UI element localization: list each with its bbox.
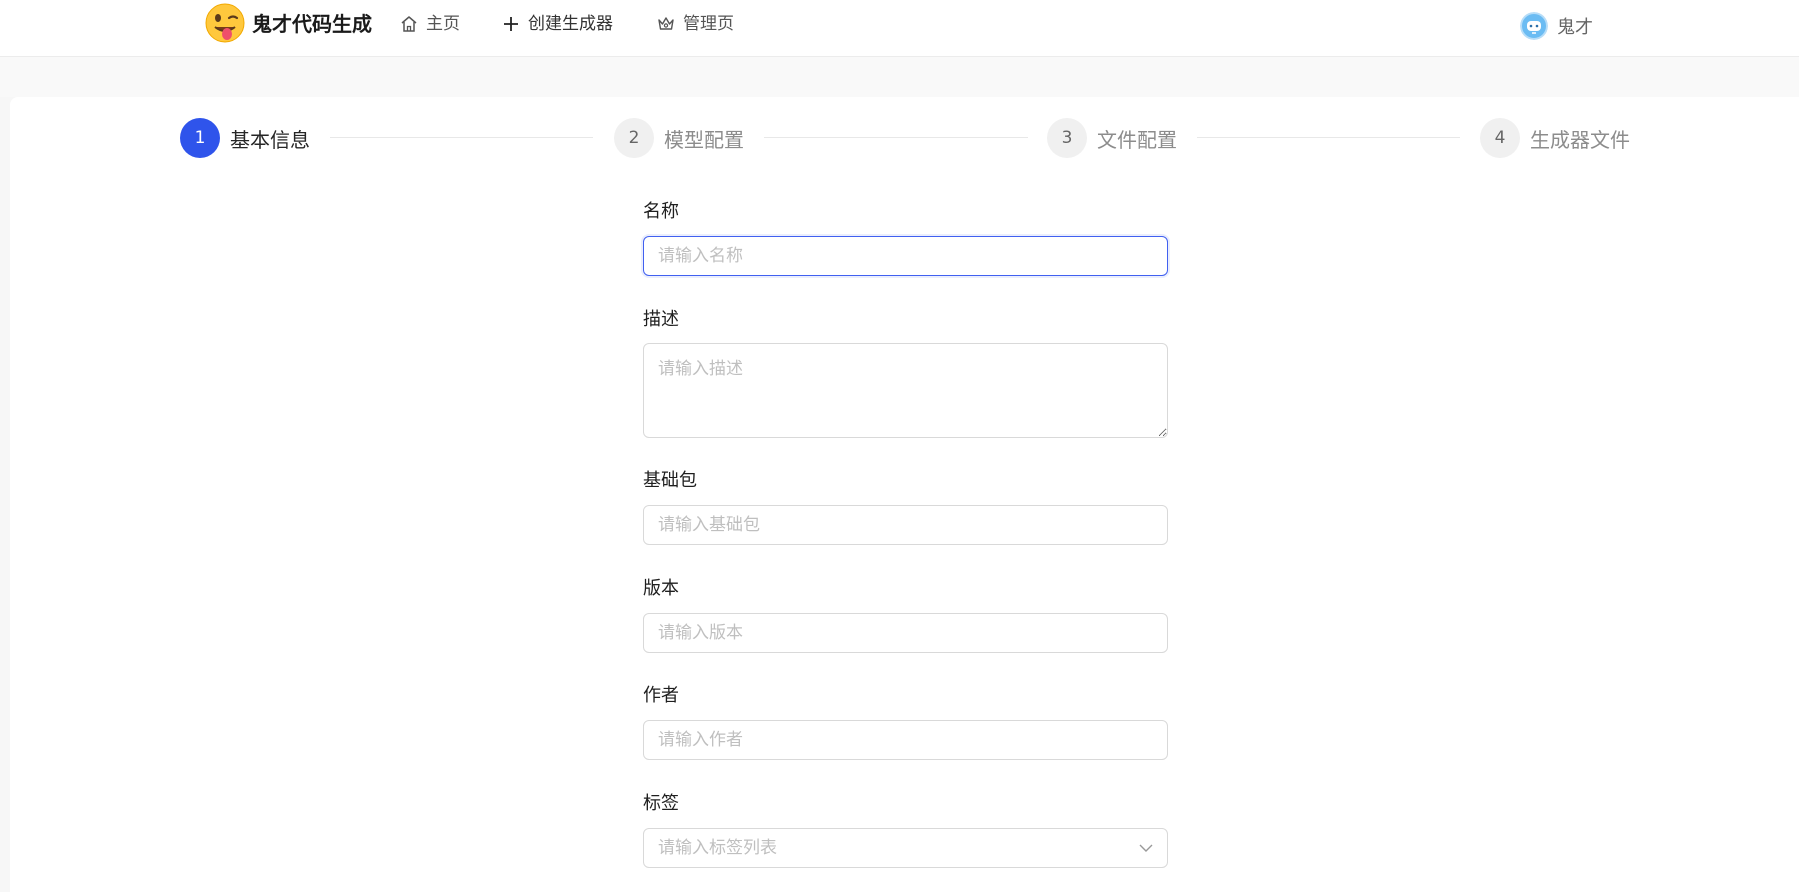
steps-bar: 1 基本信息 2 模型配置 3 文件配置 4 生成器文件 xyxy=(0,97,1799,177)
tags-label: 标签 xyxy=(643,793,679,814)
step-3-number: 3 xyxy=(1047,118,1087,158)
step-3-title: 文件配置 xyxy=(1097,127,1177,152)
avatar xyxy=(1520,12,1548,40)
step-connector xyxy=(764,137,1028,138)
page-gap xyxy=(0,57,1799,97)
home-icon xyxy=(401,16,417,32)
version-input[interactable] xyxy=(643,613,1168,653)
step-connector xyxy=(1197,137,1460,138)
description-textarea[interactable] xyxy=(643,343,1168,438)
field-author: 作者 xyxy=(643,684,1168,760)
tags-input[interactable] xyxy=(643,828,1168,868)
top-navbar: 鬼才代码生成 主页 创建生成器 管理页 鬼才 xyxy=(0,0,1799,57)
step-generator-file[interactable]: 4 生成器文件 xyxy=(1480,118,1630,158)
nav-admin-label: 管理页 xyxy=(683,14,734,34)
user-name: 鬼才 xyxy=(1557,17,1593,38)
base-package-input[interactable] xyxy=(643,505,1168,545)
nav-home-label: 主页 xyxy=(426,14,460,34)
chevron-down-icon[interactable] xyxy=(1138,840,1154,856)
field-name: 名称 xyxy=(643,200,1168,276)
step-4-number: 4 xyxy=(1480,118,1520,158)
version-label: 版本 xyxy=(643,578,679,599)
field-base-package: 基础包 xyxy=(643,469,1168,545)
tags-select[interactable] xyxy=(643,828,1168,868)
step-4-title: 生成器文件 xyxy=(1530,127,1630,152)
brand-title[interactable]: 鬼才代码生成 xyxy=(252,10,372,38)
nav-create-generator[interactable]: 创建生成器 xyxy=(502,10,613,38)
step-connector xyxy=(330,137,593,138)
crown-icon xyxy=(658,17,674,30)
user-menu[interactable]: 鬼才 xyxy=(1520,12,1593,40)
step-2-number: 2 xyxy=(614,118,654,158)
step-2-title: 模型配置 xyxy=(664,127,744,152)
step-file-config[interactable]: 3 文件配置 xyxy=(1047,118,1177,158)
nav-admin[interactable]: 管理页 xyxy=(657,10,734,38)
name-input[interactable] xyxy=(643,236,1168,276)
author-label: 作者 xyxy=(643,685,679,706)
description-label: 描述 xyxy=(643,309,679,330)
field-description: 描述 xyxy=(643,308,1168,438)
author-input[interactable] xyxy=(643,720,1168,760)
plus-icon xyxy=(504,17,518,31)
nav-home[interactable]: 主页 xyxy=(400,10,460,38)
name-label: 名称 xyxy=(643,201,679,222)
step-basic-info[interactable]: 1 基本信息 xyxy=(180,118,310,158)
base-package-label: 基础包 xyxy=(643,470,697,491)
field-version: 版本 xyxy=(643,577,1168,653)
step-model-config[interactable]: 2 模型配置 xyxy=(614,118,744,158)
logo-emoji-icon[interactable] xyxy=(205,3,245,43)
step-1-number: 1 xyxy=(180,118,220,158)
nav-create-generator-label: 创建生成器 xyxy=(528,14,613,34)
step-1-title: 基本信息 xyxy=(230,127,310,152)
field-tags: 标签 xyxy=(643,792,1168,868)
